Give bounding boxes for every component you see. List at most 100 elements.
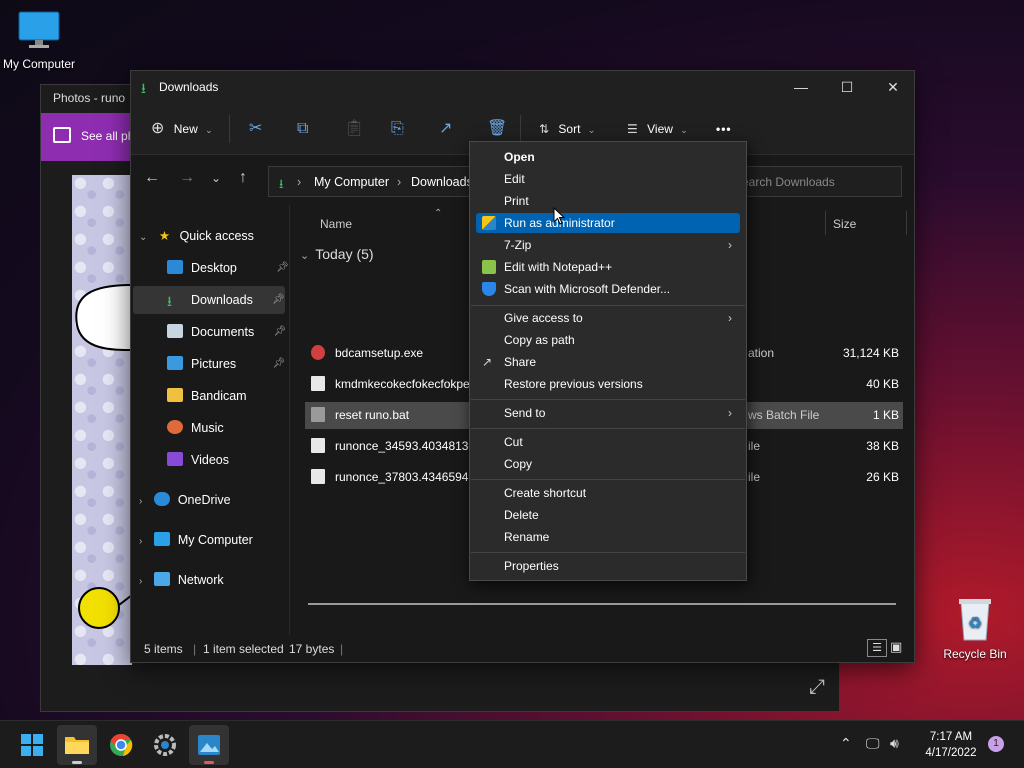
sidebar-item-videos[interactable]: Videos — [167, 446, 229, 474]
volume-icon[interactable]: 🔊︎ — [890, 735, 899, 752]
details-view-icon[interactable]: ☰ — [867, 639, 887, 657]
chevron-down-icon: ⌄ — [300, 250, 310, 262]
photos-icon — [198, 735, 220, 755]
address-bar[interactable]: ⭳ › My Computer › Downloads — [268, 166, 473, 197]
pictures-icon — [167, 356, 183, 370]
plus-circle-icon: ⊕ — [151, 120, 165, 137]
view-button[interactable]: ☰ View ⌄ — [627, 117, 688, 141]
horizontal-scrollbar[interactable] — [308, 603, 896, 605]
menu-item-restore-versions[interactable]: Restore previous versions — [476, 374, 740, 394]
breadcrumb-my-computer[interactable]: My Computer — [314, 175, 389, 189]
desktop-icon-recycle-bin[interactable]: ♻ Recycle Bin — [933, 596, 1017, 661]
group-header-today[interactable]: ⌄ Today (5) — [300, 246, 374, 262]
folder-icon — [65, 737, 89, 754]
sidebar-item-my-computer[interactable]: › My Computer — [139, 526, 253, 554]
forward-arrow-icon[interactable]: → — [179, 169, 195, 187]
new-button[interactable]: ⊕ New ⌄ — [151, 117, 213, 141]
sort-button[interactable]: ⇅ Sort ⌄ — [539, 117, 595, 141]
file-icon — [311, 469, 325, 484]
column-header-size[interactable]: Size — [833, 217, 856, 231]
network-icon[interactable]: 🖵︎ — [866, 735, 880, 752]
taskbar-photos[interactable] — [189, 725, 229, 765]
expand-icon[interactable]: ⤢ — [809, 676, 825, 699]
file-type: ws Batch File — [748, 408, 820, 422]
menu-item-delete[interactable]: Delete — [476, 505, 740, 525]
column-divider[interactable] — [825, 211, 826, 235]
menu-item-edit[interactable]: Edit — [476, 169, 740, 189]
minimize-button[interactable]: — — [778, 71, 824, 103]
file-size: 40 KB — [866, 377, 899, 391]
recent-locations-icon[interactable]: ⌄ — [211, 171, 221, 185]
up-arrow-icon[interactable]: ↑ — [239, 169, 247, 187]
sidebar-item-pictures[interactable]: Pictures 📌︎ — [167, 350, 285, 378]
menu-item-edit-notepadpp[interactable]: Edit with Notepad++ — [476, 257, 740, 277]
star-icon: ★ — [158, 229, 171, 243]
menu-item-rename[interactable]: Rename — [476, 527, 740, 547]
breadcrumb-downloads[interactable]: Downloads — [411, 175, 473, 189]
menu-item-share[interactable]: ↗ Share — [476, 352, 740, 372]
menu-item-send-to[interactable]: Send to › — [476, 403, 740, 423]
taskbar-file-explorer[interactable] — [57, 725, 97, 765]
menu-item-copy-as-path[interactable]: Copy as path — [476, 330, 740, 350]
menu-item-create-shortcut[interactable]: Create shortcut — [476, 483, 740, 503]
uac-shield-icon — [482, 216, 496, 230]
menu-item-label: Cut — [504, 435, 523, 449]
maximize-button[interactable]: ☐ — [824, 71, 870, 103]
delete-icon[interactable]: 🗑︎ — [487, 117, 507, 141]
chevron-up-icon[interactable]: ⌃ — [840, 735, 852, 752]
tiles-view-icon[interactable]: ▣ — [890, 639, 906, 655]
sidebar-item-bandicam[interactable]: Bandicam — [167, 382, 247, 410]
sidebar-item-label: OneDrive — [177, 493, 231, 507]
sidebar-item-music[interactable]: Music — [167, 414, 224, 442]
menu-item-scan-defender[interactable]: Scan with Microsoft Defender... — [476, 279, 740, 299]
desktop-icon-my-computer[interactable]: My Computer — [0, 8, 81, 71]
sidebar-item-onedrive[interactable]: › OneDrive — [139, 486, 231, 514]
close-button[interactable]: ✕ — [870, 71, 916, 103]
copy-icon[interactable]: ⧉ — [297, 117, 308, 141]
sidebar-item-downloads[interactable]: ⭳ Downloads 📌︎ — [167, 286, 285, 314]
cut-icon[interactable]: ✂ — [249, 117, 262, 141]
sidebar-item-network[interactable]: › Network — [139, 566, 224, 594]
menu-separator — [471, 428, 745, 429]
menu-separator — [471, 305, 745, 306]
pin-icon: 📌︎ — [272, 358, 286, 369]
menu-item-print[interactable]: Print — [476, 191, 740, 211]
menu-item-label: Copy — [504, 457, 533, 471]
sidebar-item-documents[interactable]: Documents 📌︎ — [167, 318, 286, 346]
taskbar-chrome[interactable] — [101, 725, 141, 765]
window-title: Downloads — [159, 80, 219, 94]
documents-icon — [167, 324, 183, 338]
menu-item-run-as-administrator[interactable]: Run as administrator — [476, 213, 740, 233]
share-icon[interactable]: ↗ — [439, 117, 452, 141]
start-button[interactable] — [12, 725, 52, 765]
back-arrow-icon[interactable]: ← — [144, 169, 160, 187]
column-divider[interactable] — [906, 211, 907, 235]
title-bar[interactable]: ⭳ Downloads — ☐ ✕ — [131, 71, 914, 103]
clock[interactable]: 7:17 AM 4/17/2022 — [916, 729, 986, 761]
sidebar-item-desktop[interactable]: Desktop 📌︎ — [167, 254, 289, 282]
taskbar-settings[interactable] — [145, 725, 185, 765]
file-name: runonce_34593.4034813605 — [335, 439, 489, 453]
rename-icon[interactable]: ⎘ — [391, 117, 404, 141]
menu-item-label: Rename — [504, 530, 550, 544]
menu-item-properties[interactable]: Properties — [476, 556, 740, 576]
photo-image — [72, 175, 133, 665]
menu-item-give-access[interactable]: Give access to › — [476, 308, 740, 328]
menu-item-cut[interactable]: Cut — [476, 432, 740, 452]
status-item-count: 5 items — [144, 642, 183, 656]
more-options-button[interactable]: ••• — [716, 117, 732, 141]
sidebar-item-label: Desktop — [191, 261, 237, 275]
notification-badge[interactable]: 1 — [988, 736, 1004, 752]
sidebar-item-quick-access[interactable]: ⌄ ★ Quick access — [139, 222, 254, 250]
search-box[interactable]: earch Downloads — [731, 166, 902, 197]
chevron-down-icon: ⌄ — [680, 125, 688, 135]
chevron-right-icon: › — [397, 175, 402, 189]
paste-icon[interactable]: 📋︎ — [344, 117, 364, 141]
column-header-name[interactable]: Name — [320, 217, 352, 231]
menu-item-copy[interactable]: Copy — [476, 454, 740, 474]
menu-item-open[interactable]: Open — [476, 147, 740, 167]
download-icon: ⭳ — [167, 293, 172, 309]
download-icon: ⭳ — [279, 177, 284, 191]
chevron-right-icon: › — [728, 238, 732, 252]
menu-item-7zip[interactable]: 7-Zip › — [476, 235, 740, 255]
